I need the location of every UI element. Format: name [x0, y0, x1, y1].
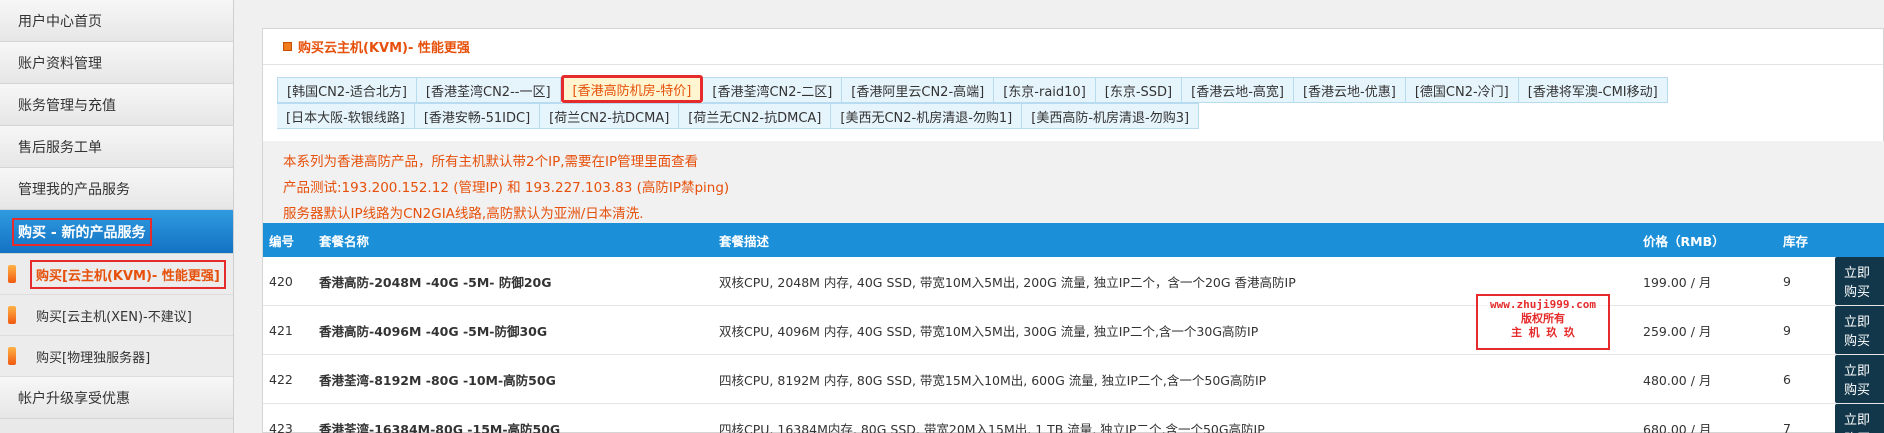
action-cell: 立即购买: [1829, 354, 1884, 404]
action-cell: 立即购买: [1829, 403, 1884, 433]
sidebar-item-label: 售后服务工单: [18, 139, 102, 156]
bar-icon: [8, 306, 16, 324]
sidebar-subitem-dedicated[interactable]: 购买[物理独服务器]: [0, 336, 233, 377]
plan-name: 香港高防-2048M -40G -5M- 防御20G: [313, 257, 713, 306]
tab-nl-no-cn2[interactable]: [荷兰无CN2-抗DMCA]: [679, 103, 832, 129]
sidebar: 用户中心首页 账户资料管理 账务管理与充值 售后服务工单 管理我的产品服务 购买…: [0, 0, 234, 433]
tab-us-west-ddos[interactable]: [美西高防-机房清退-勿购3]: [1022, 103, 1200, 129]
sidebar-subitem-label: 购买[物理独服务器]: [36, 350, 151, 366]
tab-hk-aliyun[interactable]: [香港阿里云CN2-高端]: [842, 77, 995, 103]
plan-price: 259.00 / 月: [1637, 305, 1777, 355]
plan-stock: 7: [1777, 403, 1829, 433]
main-panel: 购买云主机(KVM)- 性能更强 [韩国CN2-适合北方] [香港荃湾CN2--…: [262, 28, 1884, 433]
sidebar-item-label: 购买 - 新的产品服务: [12, 217, 152, 246]
action-cell: 立即购买: [1829, 305, 1884, 355]
sidebar-item-tickets[interactable]: 售后服务工单: [0, 126, 233, 168]
sidebar-subitem-label: 购买[云主机(KVM)- 性能更强]: [30, 259, 226, 289]
action-cell: 立即购买: [1829, 257, 1884, 306]
sidebar-item-label: 帐户升级享受优惠: [18, 390, 130, 407]
notice-line: 产品测试:193.200.152.12 (管理IP) 和 193.227.103…: [283, 180, 730, 196]
bar-icon: [8, 347, 16, 365]
tab-hk-tsuen-wan-1[interactable]: [香港荃湾CN2--一区]: [416, 77, 561, 103]
plan-name: 香港荃湾-16384M-80G -15M-高防50G: [313, 403, 713, 433]
plan-stock: 9: [1777, 305, 1829, 355]
watermark-stamp: www.zhuji999.com 版权所有 主 机 玖 玖: [1476, 294, 1610, 350]
buy-now-button[interactable]: 立即购买: [1835, 306, 1884, 354]
tab-hk-tsuen-wan-2[interactable]: [香港荃湾CN2-二区]: [703, 77, 843, 103]
panel-header: 购买云主机(KVM)- 性能更强: [263, 29, 1883, 65]
sidebar-subitem-xen[interactable]: 购买[云主机(XEN)-不建议]: [0, 295, 233, 336]
plans-table: 编号 套餐名称 套餐描述 价格（RMB） 库存 420 香港高防-2048M -…: [263, 223, 1884, 433]
tab-us-west-no-cn2[interactable]: [美西无CN2-机房清退-勿购1]: [831, 103, 1023, 129]
sidebar-item-label: 用户中心首页: [18, 13, 102, 30]
notice-line: 本系列为香港高防产品，所有主机默认带2个IP,需要在IP管理里面查看: [283, 154, 699, 170]
plan-id: 421: [263, 305, 313, 355]
plan-stock: 6: [1777, 354, 1829, 404]
column-header-name: 套餐名称: [319, 233, 370, 249]
sidebar-item-home[interactable]: 用户中心首页: [0, 0, 233, 42]
column-header-stock: 库存: [1783, 233, 1809, 249]
buy-now-button[interactable]: 立即购买: [1835, 355, 1884, 403]
tab-osaka-softbank[interactable]: [日本大阪-软银线路]: [277, 103, 415, 129]
plan-price: 199.00 / 月: [1637, 257, 1777, 306]
buy-now-button[interactable]: 立即购买: [1835, 257, 1884, 305]
tab-tokyo-ssd[interactable]: [东京-SSD]: [1095, 77, 1183, 103]
watermark-brand: 主 机 玖 玖: [1511, 326, 1575, 339]
sidebar-item-label: 管理我的产品服务: [18, 181, 130, 198]
tab-hk-ddos[interactable]: [香港高防机房-特价]: [560, 75, 704, 103]
plan-price: 680.00 / 月: [1637, 403, 1777, 433]
plan-name: 香港高防-4096M -40G -5M-防御30G: [313, 305, 713, 355]
sidebar-item-buy-new[interactable]: 购买 - 新的产品服务: [0, 210, 233, 254]
sidebar-item-my-services[interactable]: 管理我的产品服务: [0, 168, 233, 210]
watermark-url: www.zhuji999.com: [1490, 298, 1596, 311]
sidebar-item-label: 账户资料管理: [18, 55, 102, 72]
tab-nl-cn2[interactable]: [荷兰CN2-抗DCMA]: [540, 103, 680, 129]
sidebar-item-profile[interactable]: 账户资料管理: [0, 42, 233, 84]
plan-desc: 四核CPU, 16384M内存, 80G SSD, 带宽20M入15M出, 1 …: [713, 403, 1637, 433]
table-row: 422 香港荃湾-8192M -80G -10M-高防50G 四核CPU, 81…: [263, 354, 1884, 404]
bar-icon: [8, 265, 16, 283]
sidebar-subitem-label: 购买[云主机(XEN)-不建议]: [36, 309, 192, 325]
tab-korea-cn2[interactable]: [韩国CN2-适合北方]: [277, 77, 417, 103]
page-title: 购买云主机(KVM)- 性能更强: [298, 41, 470, 56]
column-header-id: 编号: [269, 233, 295, 249]
tab-germany-cn2[interactable]: [德国CN2-冷门]: [1405, 77, 1519, 103]
plan-id: 420: [263, 257, 313, 306]
column-header-action: [1829, 223, 1884, 257]
plan-stock: 9: [1777, 257, 1829, 306]
plan-desc: 四核CPU, 8192M 内存, 80G SSD, 带宽15M入10M出, 60…: [713, 354, 1637, 404]
sidebar-item-billing[interactable]: 账务管理与充值: [0, 84, 233, 126]
tab-hk-tko-cmi[interactable]: [香港将军澳-CMI移动]: [1518, 77, 1668, 103]
tab-tokyo-raid10[interactable]: [东京-raid10]: [994, 77, 1096, 103]
column-header-desc: 套餐描述: [719, 233, 770, 249]
watermark-copyright: 版权所有: [1521, 312, 1565, 325]
plan-id: 422: [263, 354, 313, 404]
sidebar-subitem-kvm[interactable]: 购买[云主机(KVM)- 性能更强]: [0, 254, 233, 295]
plan-price: 480.00 / 月: [1637, 354, 1777, 404]
region-tabs: [韩国CN2-适合北方] [香港荃湾CN2--一区] [香港高防机房-特价] […: [277, 75, 1777, 129]
tab-hk-yundi-bw[interactable]: [香港云地-高宽]: [1182, 77, 1294, 103]
sidebar-item-label: 账务管理与充值: [18, 97, 116, 114]
tab-hk-yundi-deal[interactable]: [香港云地-优惠]: [1293, 77, 1406, 103]
table-row: 421 香港高防-4096M -40G -5M-防御30G 双核CPU, 409…: [263, 305, 1884, 355]
sidebar-item-upgrade[interactable]: 帐户升级享受优惠: [0, 377, 233, 419]
table-row: 423 香港荃湾-16384M-80G -15M-高防50G 四核CPU, 16…: [263, 403, 1884, 433]
table-row: 420 香港高防-2048M -40G -5M- 防御20G 双核CPU, 20…: [263, 257, 1884, 306]
square-bullet-icon: [283, 42, 292, 51]
column-header-price: 价格（RMB）: [1643, 233, 1725, 249]
plan-id: 423: [263, 403, 313, 433]
tab-hk-51idc[interactable]: [香港安畅-51IDC]: [414, 103, 541, 129]
table-header-row: 编号 套餐名称 套餐描述 价格（RMB） 库存: [263, 223, 1884, 257]
buy-now-button[interactable]: 立即购买: [1835, 404, 1884, 433]
plan-name: 香港荃湾-8192M -80G -10M-高防50G: [313, 354, 713, 404]
